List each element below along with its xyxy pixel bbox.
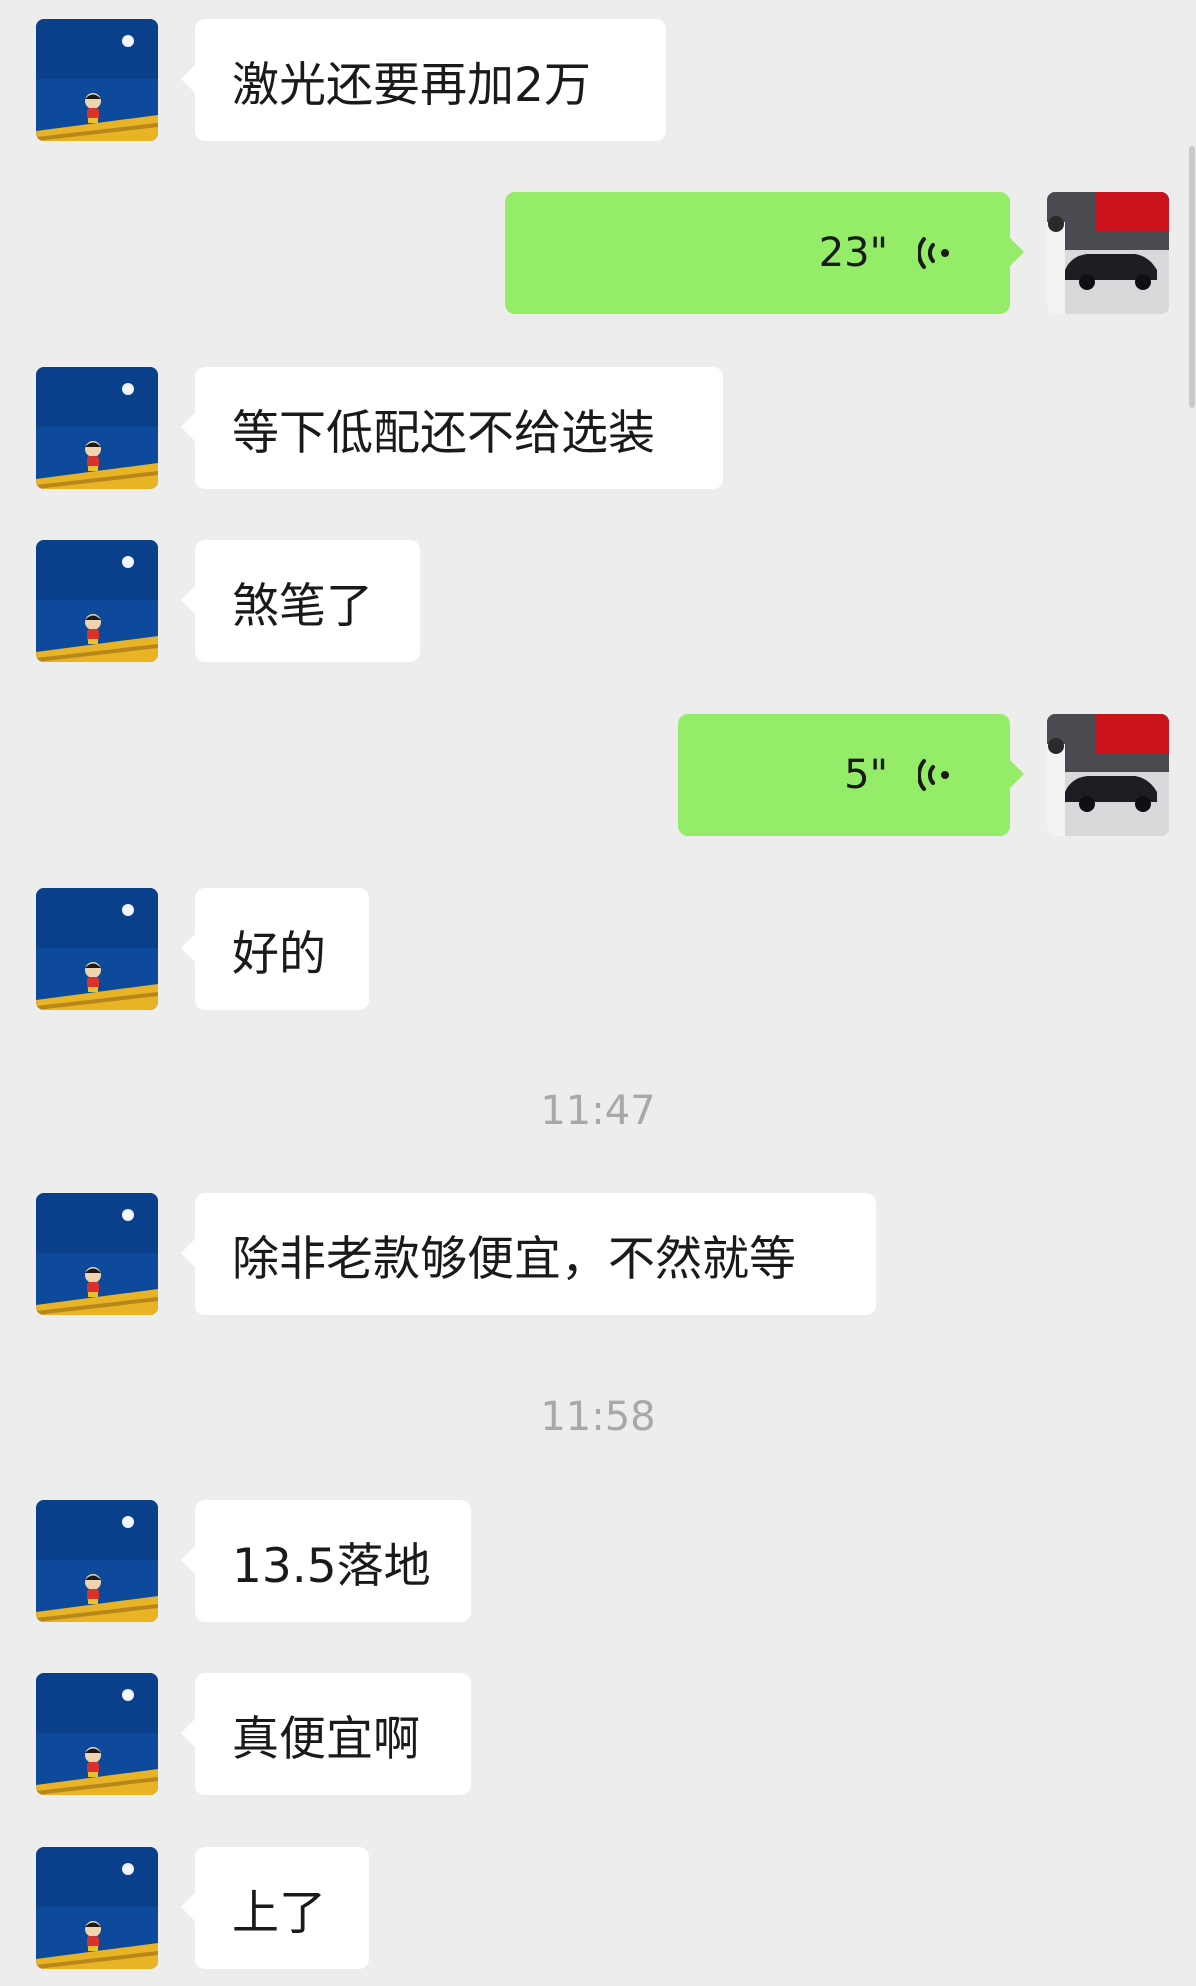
voice-duration: 23"	[818, 230, 888, 276]
scrollbar[interactable]	[1189, 146, 1195, 408]
my-avatar[interactable]	[1047, 192, 1169, 314]
cartoon-boy-avatar-icon	[36, 1847, 158, 1969]
contact-avatar[interactable]	[36, 1193, 158, 1315]
car-photo-avatar-icon	[1047, 714, 1169, 836]
message-bubble[interactable]: 13.5落地	[181, 1500, 471, 1622]
contact-avatar[interactable]	[36, 367, 158, 489]
cartoon-boy-avatar-icon	[36, 367, 158, 489]
cartoon-boy-avatar-icon	[36, 1500, 158, 1622]
message-bubble[interactable]: 好的	[181, 888, 369, 1010]
cartoon-boy-avatar-icon	[36, 19, 158, 141]
cartoon-boy-avatar-icon	[36, 1673, 158, 1795]
message-text: 好的	[232, 926, 326, 982]
voice-wave-icon	[918, 751, 958, 799]
message-bubble[interactable]: 煞笔了	[181, 540, 420, 662]
cartoon-boy-avatar-icon	[36, 540, 158, 662]
message-text: 煞笔了	[232, 578, 373, 634]
message-bubble[interactable]: 等下低配还不给选装	[181, 367, 723, 489]
contact-avatar[interactable]	[36, 1673, 158, 1795]
contact-avatar[interactable]	[36, 1500, 158, 1622]
message-text: 除非老款够便宜，不然就等	[232, 1231, 796, 1287]
contact-avatar[interactable]	[36, 540, 158, 662]
timestamp: 11:58	[540, 1394, 656, 1440]
cartoon-boy-avatar-icon	[36, 888, 158, 1010]
voice-duration: 5"	[844, 752, 888, 798]
car-photo-avatar-icon	[1047, 192, 1169, 314]
message-text: 真便宜啊	[232, 1711, 420, 1767]
message-text: 等下低配还不给选装	[232, 405, 655, 461]
voice-wave-icon	[918, 229, 958, 277]
message-text: 激光还要再加2万	[232, 57, 591, 113]
voice-message[interactable]: 5"	[678, 714, 1024, 836]
timestamp: 11:47	[540, 1088, 656, 1134]
contact-avatar[interactable]	[36, 1847, 158, 1969]
message-bubble[interactable]: 激光还要再加2万	[181, 19, 666, 141]
message-bubble[interactable]: 真便宜啊	[181, 1673, 471, 1795]
message-text: 13.5落地	[232, 1538, 431, 1594]
message-bubble[interactable]: 上了	[181, 1847, 369, 1969]
cartoon-boy-avatar-icon	[36, 1193, 158, 1315]
contact-avatar[interactable]	[36, 19, 158, 141]
message-bubble[interactable]: 除非老款够便宜，不然就等	[181, 1193, 876, 1315]
voice-message[interactable]: 23"	[505, 192, 1024, 314]
contact-avatar[interactable]	[36, 888, 158, 1010]
my-avatar[interactable]	[1047, 714, 1169, 836]
message-text: 上了	[232, 1885, 326, 1941]
